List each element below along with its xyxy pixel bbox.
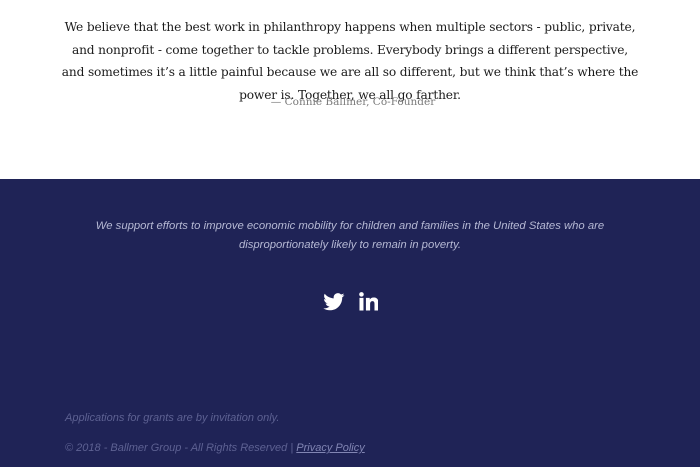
copyright-separator: |	[290, 442, 294, 454]
mission-statement: We support efforts to improve economic m…	[95, 220, 605, 251]
quote-attribution: — Connie Ballmer, Co-Founder	[270, 96, 436, 108]
twitter-icon[interactable]	[322, 292, 345, 311]
footer: We support efforts to improve economic m…	[0, 179, 700, 467]
linkedin-icon[interactable]	[358, 292, 378, 311]
quote-text: We believe that the best work in philant…	[61, 20, 639, 102]
copyright-line: © 2018 - Ballmer Group - All Rights Rese…	[65, 442, 365, 454]
quote-section: We believe that the best work in philant…	[0, 0, 700, 179]
copyright-text: © 2018 - Ballmer Group - All Rights Rese…	[65, 442, 288, 454]
grants-note: Applications for grants are by invitatio…	[65, 412, 280, 424]
privacy-policy-link[interactable]: Privacy Policy	[296, 442, 364, 454]
social-links	[0, 292, 700, 318]
